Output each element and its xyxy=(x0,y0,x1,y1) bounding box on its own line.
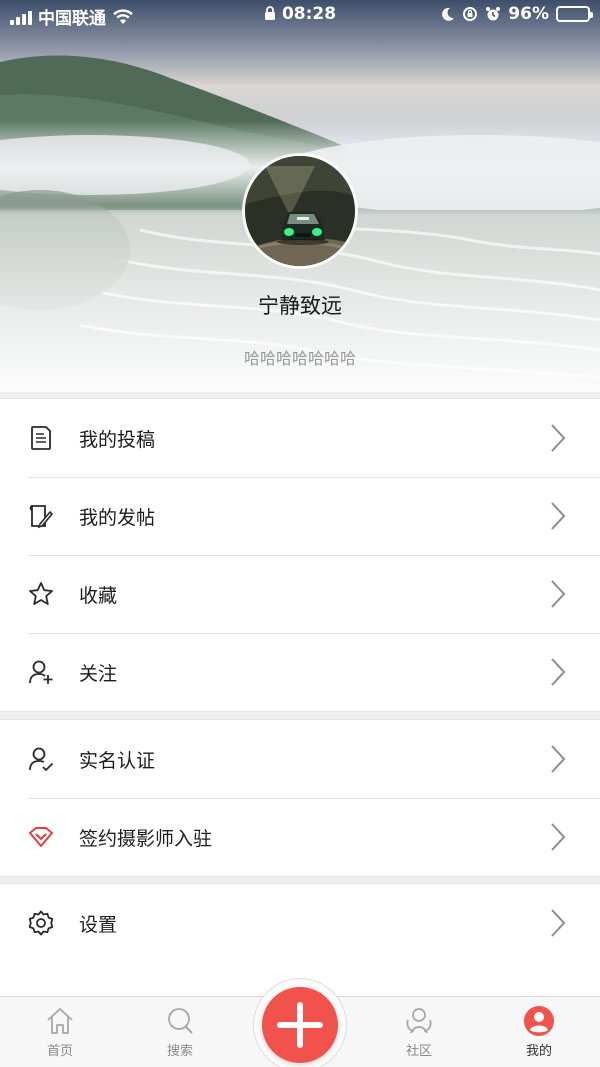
tab-profile[interactable]: 我的 xyxy=(494,1005,584,1059)
gear-icon xyxy=(28,910,54,936)
tab-label: 搜索 xyxy=(166,1044,193,1059)
status-bar: 中国联通 08:28 96% xyxy=(0,0,600,30)
menu-group-identity: 实名认证 签约摄影师入驻 xyxy=(0,719,600,877)
menu-item-label: 我的投稿 xyxy=(79,428,156,451)
home-icon xyxy=(47,1008,73,1034)
chevron-right-icon xyxy=(551,823,566,851)
tab-label: 我的 xyxy=(525,1044,552,1059)
chevron-right-icon xyxy=(551,745,566,773)
menu-item-label: 我的发帖 xyxy=(79,506,156,529)
tab-search[interactable]: 搜索 xyxy=(135,1005,225,1059)
plus-icon xyxy=(277,1002,323,1048)
community-icon xyxy=(406,1008,432,1034)
menu-item-label: 设置 xyxy=(79,913,118,936)
menu-item-label: 收藏 xyxy=(79,584,118,607)
star-icon xyxy=(29,582,53,605)
menu-item-label: 关注 xyxy=(79,662,118,685)
user-bio: 哈哈哈哈哈哈哈 xyxy=(243,349,356,368)
moon-icon xyxy=(442,7,455,21)
chevron-right-icon xyxy=(551,502,566,530)
menu-item-photographer-signup[interactable]: 签约摄影师入驻 xyxy=(0,798,600,876)
menu-item-my-submissions[interactable]: 我的投稿 xyxy=(0,399,600,477)
tab-community[interactable]: 社区 xyxy=(374,1005,464,1059)
chevron-right-icon xyxy=(551,424,566,452)
menu-item-settings[interactable]: 设置 xyxy=(0,884,600,962)
chevron-right-icon xyxy=(551,909,566,937)
avatar[interactable] xyxy=(242,153,358,269)
tab-label: 社区 xyxy=(405,1044,432,1059)
battery-percent: 96% xyxy=(508,4,549,24)
menu-item-following[interactable]: 关注 xyxy=(0,633,600,711)
battery-icon xyxy=(556,6,593,22)
create-post-button[interactable] xyxy=(262,987,338,1063)
user-plus-icon xyxy=(29,660,53,684)
menu-item-real-name-verification[interactable]: 实名认证 xyxy=(0,720,600,798)
post-icon xyxy=(29,505,54,529)
profile-icon xyxy=(524,1006,554,1036)
chevron-right-icon xyxy=(551,658,566,686)
rotation-lock-icon xyxy=(463,7,478,21)
user-check-icon xyxy=(29,747,54,772)
tab-label: 首页 xyxy=(46,1044,73,1059)
menu-item-my-posts[interactable]: 我的发帖 xyxy=(0,477,600,555)
diamond-icon xyxy=(29,827,53,847)
chevron-right-icon xyxy=(551,580,566,608)
menu-item-label: 签约摄影师入驻 xyxy=(79,827,213,850)
username: 宁静致远 xyxy=(258,294,342,318)
lock-icon xyxy=(264,6,275,20)
avatar-image xyxy=(245,156,355,266)
alarm-icon xyxy=(486,7,501,21)
menu-group-content: 我的投稿 我的发帖 收藏 关注 xyxy=(0,398,600,712)
clock: 08:28 xyxy=(281,4,337,24)
menu-item-label: 实名认证 xyxy=(79,749,156,772)
menu-item-favorites[interactable]: 收藏 xyxy=(0,555,600,633)
tab-home[interactable]: 首页 xyxy=(15,1005,105,1059)
search-icon xyxy=(168,1008,193,1034)
profile-header: 中国联通 08:28 96% 宁静致远 哈哈哈哈哈哈哈 xyxy=(0,0,600,392)
document-icon xyxy=(31,426,51,450)
